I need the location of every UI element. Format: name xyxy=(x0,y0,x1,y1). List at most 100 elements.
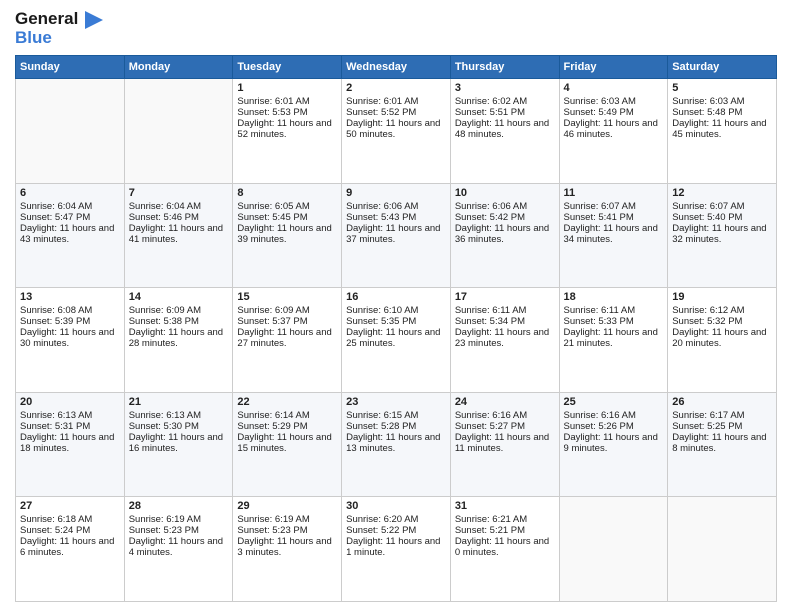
daylight-text: Daylight: 11 hours and 20 minutes. xyxy=(672,327,772,349)
day-number: 12 xyxy=(672,187,772,199)
sunrise-text: Sunrise: 6:03 AM xyxy=(564,96,664,107)
calendar-cell: 20Sunrise: 6:13 AMSunset: 5:31 PMDayligh… xyxy=(16,392,125,497)
calendar-cell xyxy=(559,497,668,602)
sunrise-text: Sunrise: 6:09 AM xyxy=(237,305,337,316)
calendar-cell: 12Sunrise: 6:07 AMSunset: 5:40 PMDayligh… xyxy=(668,183,777,288)
daylight-text: Daylight: 11 hours and 28 minutes. xyxy=(129,327,229,349)
sunrise-text: Sunrise: 6:19 AM xyxy=(237,514,337,525)
sunrise-text: Sunrise: 6:09 AM xyxy=(129,305,229,316)
sunrise-text: Sunrise: 6:03 AM xyxy=(672,96,772,107)
sunrise-text: Sunrise: 6:11 AM xyxy=(564,305,664,316)
sunset-text: Sunset: 5:51 PM xyxy=(455,107,555,118)
day-number: 17 xyxy=(455,291,555,303)
day-number: 2 xyxy=(346,82,446,94)
sunrise-text: Sunrise: 6:04 AM xyxy=(129,201,229,212)
sunrise-text: Sunrise: 6:19 AM xyxy=(129,514,229,525)
calendar-cell: 22Sunrise: 6:14 AMSunset: 5:29 PMDayligh… xyxy=(233,392,342,497)
sunset-text: Sunset: 5:47 PM xyxy=(20,212,120,223)
day-number: 5 xyxy=(672,82,772,94)
calendar-cell: 23Sunrise: 6:15 AMSunset: 5:28 PMDayligh… xyxy=(342,392,451,497)
sunrise-text: Sunrise: 6:13 AM xyxy=(129,410,229,421)
sunset-text: Sunset: 5:30 PM xyxy=(129,421,229,432)
calendar-cell: 11Sunrise: 6:07 AMSunset: 5:41 PMDayligh… xyxy=(559,183,668,288)
weekday-header-saturday: Saturday xyxy=(668,56,777,79)
daylight-text: Daylight: 11 hours and 45 minutes. xyxy=(672,118,772,140)
calendar-cell: 7Sunrise: 6:04 AMSunset: 5:46 PMDaylight… xyxy=(124,183,233,288)
calendar-cell: 5 Sunrise: 6:03 AMSunset: 5:48 PMDaylight… xyxy=(668,79,777,184)
calendar-cell: 4Sunrise: 6:03 AMSunset: 5:49 PMDaylight… xyxy=(559,79,668,184)
weekday-header-friday: Friday xyxy=(559,56,668,79)
daylight-text: Daylight: 11 hours and 25 minutes. xyxy=(346,327,446,349)
sunrise-text: Sunrise: 6:06 AM xyxy=(346,201,446,212)
sunset-text: Sunset: 5:29 PM xyxy=(237,421,337,432)
sunrise-text: Sunrise: 6:10 AM xyxy=(346,305,446,316)
logo-blue: Blue xyxy=(15,28,52,47)
sunrise-text: Sunrise: 6:02 AM xyxy=(455,96,555,107)
sunset-text: Sunset: 5:22 PM xyxy=(346,525,446,536)
calendar-cell: 25Sunrise: 6:16 AMSunset: 5:26 PMDayligh… xyxy=(559,392,668,497)
sunrise-text: Sunrise: 6:08 AM xyxy=(20,305,120,316)
day-number: 6 xyxy=(20,187,120,199)
sunset-text: Sunset: 5:23 PM xyxy=(129,525,229,536)
sunrise-text: Sunrise: 6:16 AM xyxy=(564,410,664,421)
calendar-cell: 16Sunrise: 6:10 AMSunset: 5:35 PMDayligh… xyxy=(342,288,451,393)
weekday-header-sunday: Sunday xyxy=(16,56,125,79)
calendar-cell: 29Sunrise: 6:19 AMSunset: 5:23 PMDayligh… xyxy=(233,497,342,602)
calendar-cell: 27Sunrise: 6:18 AMSunset: 5:24 PMDayligh… xyxy=(16,497,125,602)
sunset-text: Sunset: 5:48 PM xyxy=(672,107,772,118)
sunset-text: Sunset: 5:38 PM xyxy=(129,316,229,327)
daylight-text: Daylight: 11 hours and 43 minutes. xyxy=(20,223,120,245)
sunset-text: Sunset: 5:39 PM xyxy=(20,316,120,327)
daylight-text: Daylight: 11 hours and 1 minute. xyxy=(346,536,446,558)
day-number: 7 xyxy=(129,187,229,199)
daylight-text: Daylight: 11 hours and 9 minutes. xyxy=(564,432,664,454)
sunset-text: Sunset: 5:34 PM xyxy=(455,316,555,327)
daylight-text: Daylight: 11 hours and 3 minutes. xyxy=(237,536,337,558)
calendar-cell: 24Sunrise: 6:16 AMSunset: 5:27 PMDayligh… xyxy=(450,392,559,497)
sunrise-text: Sunrise: 6:04 AM xyxy=(20,201,120,212)
sunrise-text: Sunrise: 6:06 AM xyxy=(455,201,555,212)
calendar-row-4: 27Sunrise: 6:18 AMSunset: 5:24 PMDayligh… xyxy=(16,497,777,602)
day-number: 16 xyxy=(346,291,446,303)
day-number: 8 xyxy=(237,187,337,199)
sunrise-text: Sunrise: 6:05 AM xyxy=(237,201,337,212)
day-number: 15 xyxy=(237,291,337,303)
sunset-text: Sunset: 5:33 PM xyxy=(564,316,664,327)
daylight-text: Daylight: 11 hours and 8 minutes. xyxy=(672,432,772,454)
calendar-cell xyxy=(124,79,233,184)
sunset-text: Sunset: 5:40 PM xyxy=(672,212,772,223)
day-number: 24 xyxy=(455,396,555,408)
day-number: 11 xyxy=(564,187,664,199)
day-number: 29 xyxy=(237,500,337,512)
daylight-text: Daylight: 11 hours and 27 minutes. xyxy=(237,327,337,349)
day-number: 3 xyxy=(455,82,555,94)
calendar-cell: 10Sunrise: 6:06 AMSunset: 5:42 PMDayligh… xyxy=(450,183,559,288)
calendar-cell: 1Sunrise: 6:01 AMSunset: 5:53 PMDaylight… xyxy=(233,79,342,184)
day-number: 20 xyxy=(20,396,120,408)
sunrise-text: Sunrise: 6:07 AM xyxy=(672,201,772,212)
sunset-text: Sunset: 5:42 PM xyxy=(455,212,555,223)
daylight-text: Daylight: 11 hours and 52 minutes. xyxy=(237,118,337,140)
sunrise-text: Sunrise: 6:21 AM xyxy=(455,514,555,525)
calendar-cell xyxy=(668,497,777,602)
daylight-text: Daylight: 11 hours and 50 minutes. xyxy=(346,118,446,140)
sunset-text: Sunset: 5:27 PM xyxy=(455,421,555,432)
day-number: 10 xyxy=(455,187,555,199)
calendar-row-3: 20Sunrise: 6:13 AMSunset: 5:31 PMDayligh… xyxy=(16,392,777,497)
calendar-cell: 18Sunrise: 6:11 AMSunset: 5:33 PMDayligh… xyxy=(559,288,668,393)
calendar-cell: 21Sunrise: 6:13 AMSunset: 5:30 PMDayligh… xyxy=(124,392,233,497)
daylight-text: Daylight: 11 hours and 18 minutes. xyxy=(20,432,120,454)
sunset-text: Sunset: 5:52 PM xyxy=(346,107,446,118)
day-number: 30 xyxy=(346,500,446,512)
calendar-cell: 13Sunrise: 6:08 AMSunset: 5:39 PMDayligh… xyxy=(16,288,125,393)
calendar-cell xyxy=(16,79,125,184)
page: General Blue SundayMondayTuesdayWednesda… xyxy=(0,0,792,612)
daylight-text: Daylight: 11 hours and 4 minutes. xyxy=(129,536,229,558)
day-number: 23 xyxy=(346,396,446,408)
calendar-cell: 17Sunrise: 6:11 AMSunset: 5:34 PMDayligh… xyxy=(450,288,559,393)
calendar-cell: 14Sunrise: 6:09 AMSunset: 5:38 PMDayligh… xyxy=(124,288,233,393)
sunset-text: Sunset: 5:31 PM xyxy=(20,421,120,432)
day-number: 18 xyxy=(564,291,664,303)
calendar-cell: 31Sunrise: 6:21 AMSunset: 5:21 PMDayligh… xyxy=(450,497,559,602)
daylight-text: Daylight: 11 hours and 34 minutes. xyxy=(564,223,664,245)
